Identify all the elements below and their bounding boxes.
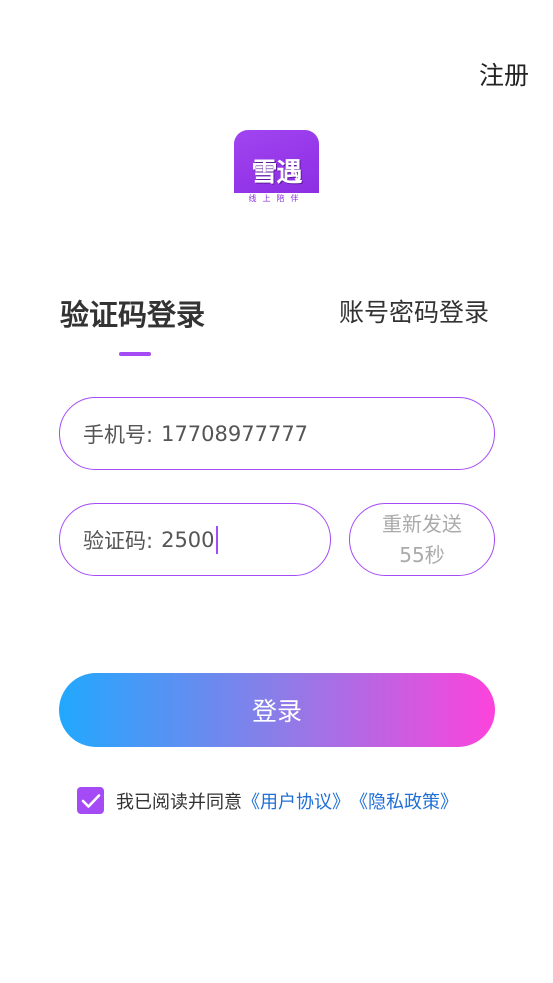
agreement-checkbox[interactable] (77, 787, 104, 814)
app-logo: 雪遇 线上陪伴 (234, 130, 319, 205)
privacy-policy-link[interactable]: 《隐私政策》 (350, 788, 458, 814)
phone-value: 17708977777 (161, 421, 309, 446)
phone-label: 手机号: (83, 422, 154, 447)
login-button[interactable]: 登录 (59, 673, 495, 747)
resend-countdown: 55秒 (399, 543, 445, 567)
text-caret (215, 525, 218, 554)
login-button-label: 登录 (251, 697, 302, 726)
tab-password-login[interactable]: 账号密码登录 (339, 293, 489, 329)
logo-main-text: 雪遇 (251, 158, 302, 188)
register-link[interactable]: 注册 (479, 56, 529, 92)
tab-active-indicator (119, 352, 151, 356)
verification-code-input[interactable]: 验证码: 2500 (59, 503, 331, 576)
tab-sms-login[interactable]: 验证码登录 (60, 292, 205, 334)
agreement-prefix: 我已阅读并同意 (116, 791, 242, 813)
checkmark-icon (81, 793, 100, 808)
code-label: 验证码: (83, 528, 154, 553)
phone-input[interactable]: 手机号: 17708977777 (59, 397, 495, 470)
resend-code-button[interactable]: 重新发送 55秒 (349, 503, 495, 576)
code-value: 2500 (161, 527, 215, 552)
resend-label: 重新发送 (382, 512, 462, 536)
logo-sub-text: 线上陪伴 (234, 193, 319, 205)
agreement-row: 我已阅读并同意 《用户协议》 《隐私政策》 (77, 787, 458, 814)
user-agreement-link[interactable]: 《用户协议》 (242, 788, 350, 814)
